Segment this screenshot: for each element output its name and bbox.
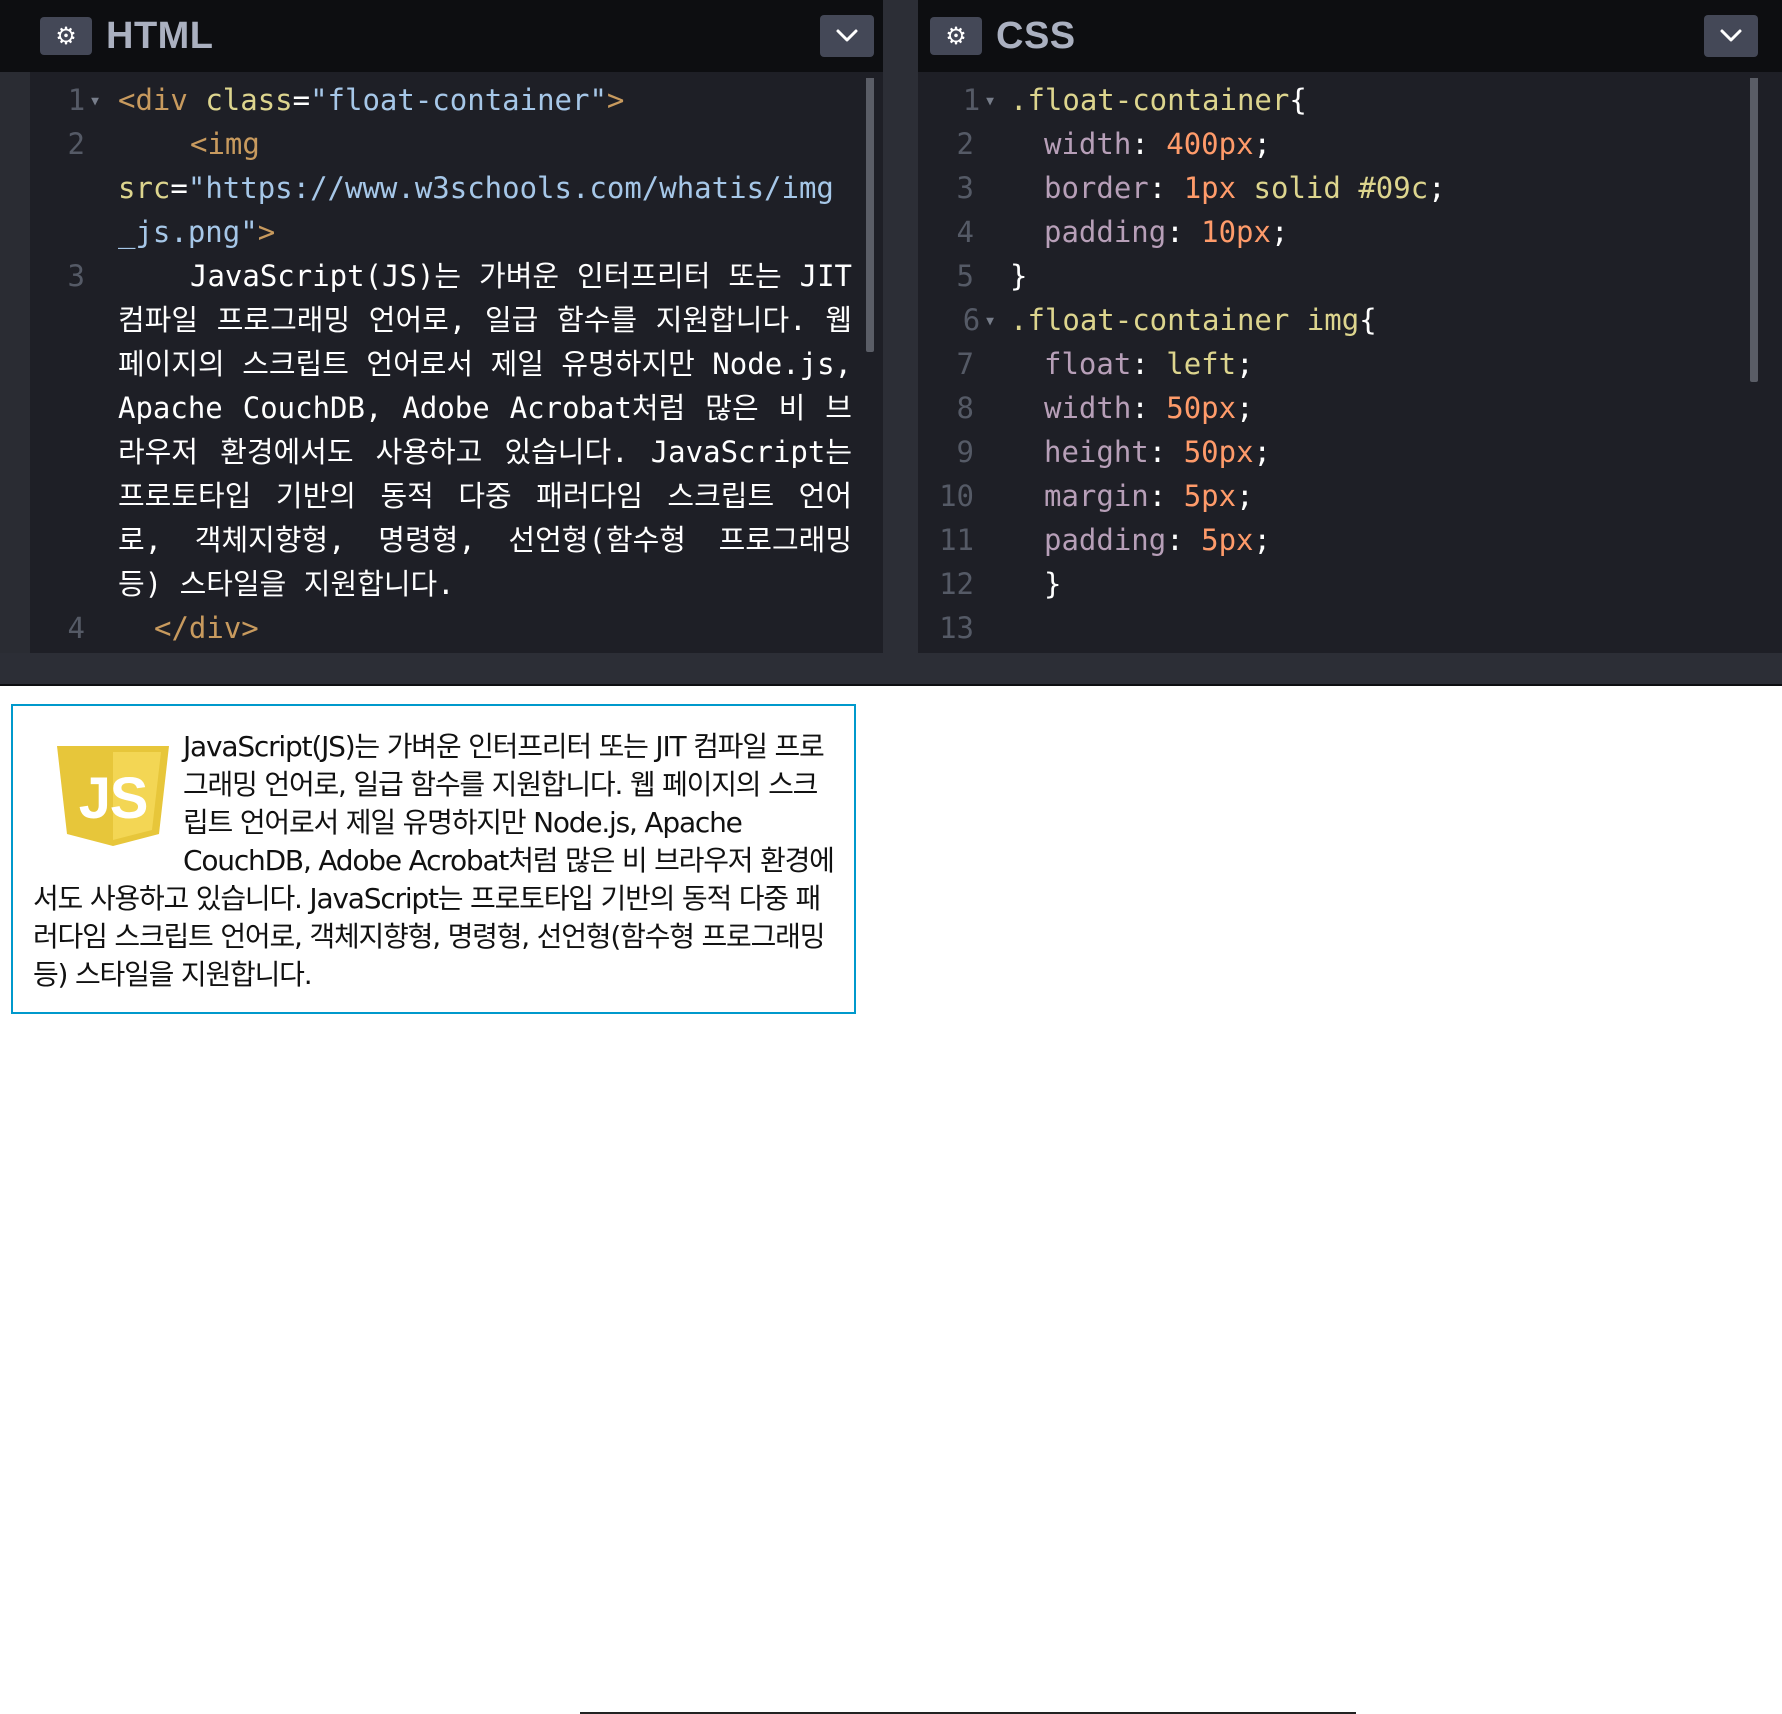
css-code-line: border: 1px solid #09c; [1044, 171, 1446, 205]
css-line-number: 11 [939, 523, 974, 557]
css-code-line: margin: 5px; [1044, 479, 1254, 513]
css-code-line: .float-container{ [1010, 83, 1307, 117]
html-collapse-button[interactable] [820, 15, 874, 57]
html-pane-title: HTML [106, 15, 214, 57]
html-pane-header: ⚙ HTML [0, 0, 883, 72]
css-line-number: 3 [956, 171, 974, 205]
css-code-line: float: left; [1044, 347, 1254, 381]
fold-arrow-icon: ▼ [986, 314, 994, 329]
html-line-number: 3 [67, 259, 85, 293]
fold-arrow-icon: ▼ [91, 94, 99, 109]
javascript-logo: JS [57, 746, 169, 846]
editor-area: ⚙ HTML 1 ▼ 2 3 4 <div class="float-contai… [0, 0, 1782, 686]
html-code-line: </div> [154, 611, 259, 645]
css-code-line: } [1010, 259, 1028, 293]
html-editor-pane: ⚙ HTML 1 ▼ 2 3 4 <div class="float-contai… [0, 0, 883, 653]
css-line-number: 13 [939, 611, 974, 645]
css-line-number: 4 [956, 215, 974, 249]
html-line-number: 4 [67, 611, 85, 645]
css-code-line: padding: 5px; [1044, 523, 1271, 557]
gear-icon: ⚙ [945, 22, 967, 50]
css-code-line: } [1044, 567, 1062, 601]
css-line-number: 10 [939, 479, 974, 513]
css-collapse-button[interactable] [1704, 15, 1758, 57]
css-line-number: 1 ▼ [962, 83, 994, 117]
html-code-line: <img [190, 127, 260, 161]
css-code-line: padding: 10px; [1044, 215, 1289, 249]
html-code-line: <div class="float-container"> [118, 83, 625, 117]
css-code-line: width: 400px; [1044, 127, 1272, 161]
html-code-line: src="https://www.w3schools.com/whatis/im… [118, 171, 834, 205]
css-line-number: 2 [956, 127, 974, 161]
css-pane-title: CSS [996, 15, 1076, 57]
html-scrollbar[interactable] [866, 78, 874, 352]
css-code-line: .float-container img{ [1010, 303, 1377, 337]
html-settings-button[interactable]: ⚙ [40, 17, 92, 55]
css-line-number: 7 [956, 347, 974, 381]
css-code-line: height: 50px; [1044, 435, 1271, 469]
css-line-number: 12 [939, 567, 974, 601]
fold-arrow-icon: ▼ [986, 94, 994, 109]
float-container: JS JavaScript(JS)는 가벼운 인터프리터 또는 JIT 컴파일 … [11, 704, 856, 1014]
css-line-number: 8 [956, 391, 974, 425]
css-scrollbar[interactable] [1750, 78, 1758, 382]
html-line-number: 2 [67, 127, 85, 161]
html-code-text-line: JavaScript(JS)는 가벼운 인터프리터 또는 JIT 컴파일 프로그… [118, 259, 852, 601]
css-editor-pane: ⚙ CSS 1 ▼ 2 3 4 5 6 ▼ 7 8 9 10 11 12 13 … [918, 0, 1782, 653]
css-line-number: 6 ▼ [962, 303, 994, 337]
html-code-line: _js.png"> [118, 215, 276, 249]
css-pane-header: ⚙ CSS [918, 0, 1782, 72]
html-line-number: 1 ▼ [67, 83, 99, 117]
css-code-line: width: 50px; [1044, 391, 1254, 425]
css-line-number: 9 [956, 435, 974, 469]
css-code-editor[interactable]: 1 ▼ 2 3 4 5 6 ▼ 7 8 9 10 11 12 13 .float-c… [918, 78, 1782, 653]
chevron-down-icon [836, 29, 858, 42]
css-settings-button[interactable]: ⚙ [930, 17, 982, 55]
editor-resize-bar[interactable] [0, 653, 1782, 686]
result-preview: JS JavaScript(JS)는 가벼운 인터프리터 또는 JIT 컴파일 … [0, 688, 1782, 1714]
css-line-number: 5 [956, 259, 974, 293]
html-code-editor[interactable]: 1 ▼ 2 3 4 <div class="float-container"> <… [0, 78, 883, 653]
pane-resizer[interactable] [883, 0, 918, 653]
logo-label: JS [79, 766, 148, 831]
gear-icon: ⚙ [55, 22, 77, 50]
chevron-down-icon [1720, 29, 1742, 42]
